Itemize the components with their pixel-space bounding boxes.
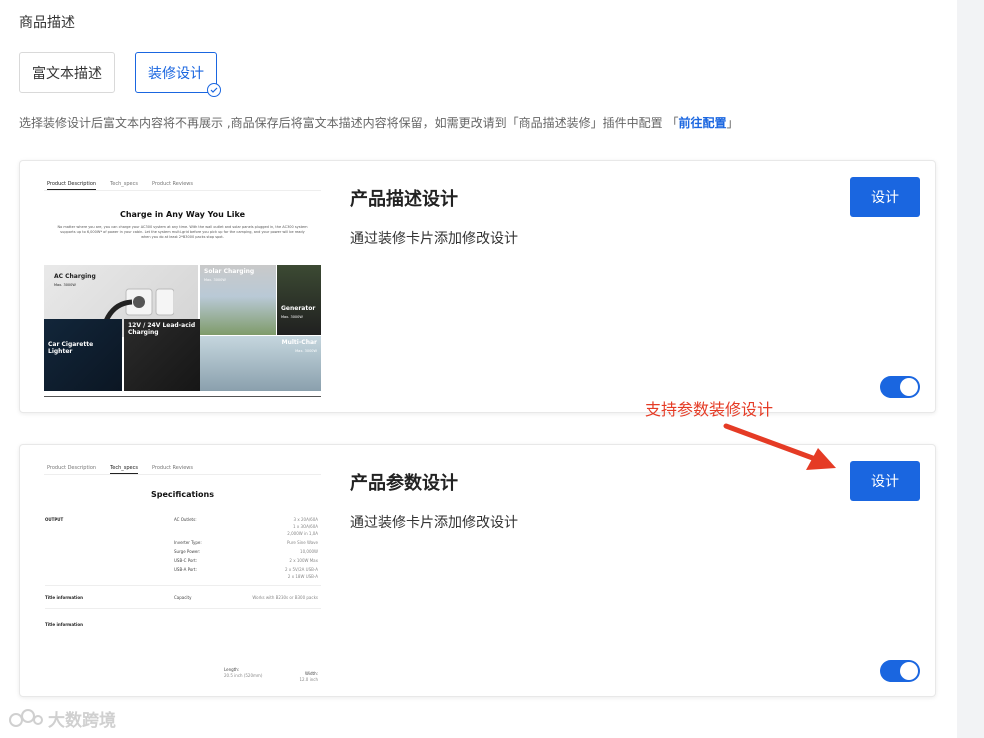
card-title: 产品描述设计 [350, 189, 458, 210]
tile-title: Multi-Char [281, 339, 317, 346]
length-label: Length: [224, 667, 240, 672]
spec-value: 1 x 3OA/60A [293, 524, 318, 529]
description-preview: Product Description Tech_specs Product R… [44, 179, 321, 398]
preview-paragraph: No matter where you are, you can charge … [57, 225, 308, 239]
tile-title: Solar Charging [204, 268, 255, 275]
multi-charging-tile: Multi-Char Max. 3000W [200, 336, 321, 391]
spec-value: 2 x 18W USB-A [287, 574, 318, 579]
title-information: Title information [45, 622, 83, 627]
preview-tab: Tech_specs [110, 181, 138, 187]
preview-divider [45, 585, 321, 586]
preview-heading: Specifications [151, 490, 214, 499]
preview-divider [44, 396, 321, 397]
design-button[interactable]: 设计 [850, 461, 920, 501]
card-description: 通过装修卡片添加修改设计 [350, 515, 518, 531]
specs-preview: Product Description Tech_specs Product R… [44, 463, 321, 682]
tile-sub: Max. 3000W [295, 349, 317, 353]
capacity-label: Capacity [174, 595, 192, 600]
spec-value: 3 x 20A/60A [293, 517, 318, 522]
output-label: OUTPUT [45, 517, 64, 522]
check-icon [207, 83, 221, 97]
decoration-hint: 选择装修设计后富文本内容将不再展示 ,商品保存后将富文本描述内容将保留，如需更改… [19, 114, 738, 131]
hint-tail: 」 [726, 116, 739, 130]
product-description-card: Product Description Tech_specs Product R… [19, 160, 936, 413]
goto-config-link[interactable]: 前往配置 [678, 116, 726, 130]
preview-tab: Product Description [47, 465, 97, 471]
spec-value: 2,000W in 1,0A [287, 531, 318, 536]
preview-tabs: Product Description Tech_specs Product R… [44, 179, 321, 191]
lead-acid-tile: 12V / 24V Lead-acid Charging [124, 319, 200, 391]
width-label: Width: [305, 671, 318, 676]
title-information: Title information [45, 595, 83, 600]
preview-tab: Product Reviews [151, 465, 194, 471]
card-title: 产品参数设计 [350, 473, 458, 494]
watermark-text: 大数跨境 [48, 711, 116, 731]
preview-tab: Product Description [47, 179, 97, 190]
plug-icon [104, 288, 174, 323]
right-scroll-rail [957, 0, 984, 738]
tile-title: 12V / 24V Lead-acid Charging [128, 322, 196, 336]
generator-tile: Generator Max. 3000W [277, 265, 321, 335]
spec-key: USB-A Port: [174, 567, 197, 572]
section-title: 商品描述 [19, 15, 75, 31]
annotation-arrow-icon [723, 423, 836, 470]
preview-divider [45, 608, 321, 609]
length-value: 20.5 inch (520mm) [224, 673, 263, 678]
preview-tabs: Product Description Tech_specs Product R… [44, 463, 321, 475]
preview-tab: Product Reviews [151, 181, 194, 187]
width-value: 12.0 inch [299, 677, 318, 682]
car-lighter-tile: Car Cigarette Lighter [44, 319, 122, 391]
spec-key: USB-C Port: [174, 558, 197, 563]
tile-title: Generator [281, 305, 316, 312]
solar-charging-tile: Solar Charging Max. 3000W [200, 265, 276, 335]
tile-title: AC Charging [54, 273, 96, 280]
tile-sub: Max. 3000W [204, 278, 226, 282]
design-button[interactable]: 设计 [850, 177, 920, 217]
annotation-text: 支持参数装修设计 [645, 400, 774, 419]
spec-value: 2 x 100W Max [289, 558, 318, 563]
spec-value: 2 x 5V/2A USB-A [285, 567, 318, 572]
spec-key: Inverter Type: [174, 540, 202, 545]
spec-key: AC Outlets: [174, 517, 197, 522]
spec-value: Pure Sine Wave [286, 540, 318, 545]
watermark: 大数跨境 [8, 706, 116, 731]
tile-sub: Max. 3000W [281, 315, 303, 319]
spec-key: Surge Power: [174, 549, 201, 554]
capacity-value: Works with B230s or B300 packs [252, 595, 318, 600]
spec-value: 10,000W [300, 549, 318, 554]
card-description: 通过装修卡片添加修改设计 [350, 231, 518, 247]
hint-text: 选择装修设计后富文本内容将不再展示 ,商品保存后将富文本描述内容将保留，如需更改… [19, 116, 679, 130]
enable-toggle[interactable] [880, 660, 920, 682]
toggle-knob [900, 662, 918, 680]
preview-heading: Charge in Any Way You Like [119, 210, 246, 219]
watermark-logo-icon [9, 708, 43, 727]
preview-tab: Tech_specs [110, 463, 138, 474]
tile-title: Car Cigarette Lighter [48, 341, 94, 355]
decoration-mode-button[interactable]: 装修设计 [135, 52, 221, 97]
rich-text-mode-button[interactable]: 富文本描述 [19, 52, 115, 93]
product-specs-card: Product Description Tech_specs Product R… [19, 444, 936, 697]
enable-toggle[interactable] [880, 376, 920, 398]
decoration-mode-label: 装修设计 [148, 65, 204, 82]
toggle-knob [900, 378, 918, 396]
